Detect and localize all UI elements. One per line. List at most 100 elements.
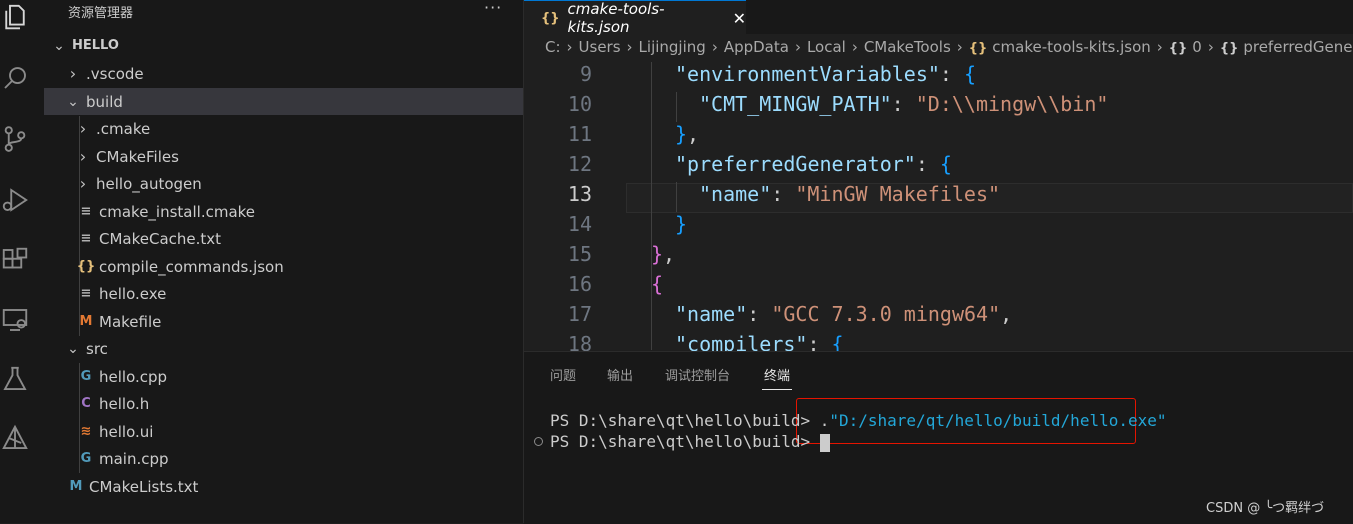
cmake-icon[interactable] xyxy=(0,421,30,455)
tree-item-label: hello_autogen xyxy=(96,174,202,193)
tree-item[interactable]: ≡ hello.exe xyxy=(44,280,523,307)
line-number: 10 xyxy=(567,92,592,116)
tree-item[interactable]: › .vscode xyxy=(44,60,523,87)
breadcrumb-separator: › xyxy=(1207,38,1214,56)
code-line[interactable]: 15}, xyxy=(524,242,1353,272)
tree-item[interactable]: M Makefile xyxy=(44,308,523,335)
tree-item-label: cmake_install.cmake xyxy=(99,202,256,221)
tree-item[interactable]: ≡ CMakeCache.txt xyxy=(44,225,523,252)
tree-item-label: CMakeCache.txt xyxy=(99,229,222,248)
terminal-line-1[interactable]: PS D:\share\qt\hello\build> ."D:/share/q… xyxy=(550,411,1167,430)
breadcrumb-item[interactable]: CMakeTools xyxy=(864,38,951,56)
file-type-icon: G xyxy=(80,369,92,384)
breadcrumb-separator: › xyxy=(626,38,633,56)
terminal-line-2[interactable]: PS D:\share\qt\hello\build> xyxy=(550,432,830,452)
activity-bar xyxy=(0,0,45,523)
tree-item[interactable]: Ghello.cpp xyxy=(44,363,523,390)
tree-item[interactable]: ⌄ HELLO xyxy=(44,32,523,59)
code-line[interactable]: 13 "name": "MinGW Makefiles" xyxy=(524,182,1353,212)
tree-item-label: src xyxy=(86,339,108,358)
tree-item[interactable]: ≡ cmake_install.cmake xyxy=(44,198,523,225)
tab-bar: {} cmake-tools-kits.json ✕ xyxy=(524,0,1353,36)
tab-problems[interactable]: 问题 xyxy=(550,365,576,384)
close-icon[interactable]: ✕ xyxy=(733,9,746,28)
command-status-icon xyxy=(534,437,543,446)
code-line[interactable]: 11}, xyxy=(524,122,1353,152)
breadcrumb-separator: › xyxy=(566,38,573,56)
breadcrumb-separator: › xyxy=(851,38,858,56)
tree-item-label: hello.h xyxy=(99,394,150,413)
tree-item-label: Makefile xyxy=(99,312,162,331)
code-line[interactable]: 9 "environmentVariables": { xyxy=(524,62,1353,92)
line-number: 9 xyxy=(579,62,592,86)
code-text: }, xyxy=(675,122,700,146)
tree-item[interactable]: {} compile_commands.json xyxy=(44,253,523,280)
code-line[interactable]: 10 "CMT_MINGW_PATH": "D:\\mingw\\bin" xyxy=(524,92,1353,122)
code-line[interactable]: 14} xyxy=(524,212,1353,242)
line-number: 12 xyxy=(567,152,592,176)
line-number: 13 xyxy=(567,182,592,206)
breadcrumb-item[interactable]: Local xyxy=(807,38,846,56)
breadcrumb-item[interactable]: Users xyxy=(579,38,621,56)
chevron-down-icon[interactable]: ⌄ xyxy=(52,38,66,54)
code-line[interactable]: 12 "preferredGenerator": { xyxy=(524,152,1353,182)
chevron-down-icon[interactable]: ⌄ xyxy=(66,341,80,357)
tree-item[interactable]: › hello_autogen xyxy=(44,170,523,197)
tree-item-label: hello.exe xyxy=(99,284,167,303)
tab-cmake-tools-kits[interactable]: {} cmake-tools-kits.json ✕ xyxy=(524,0,746,36)
tab-debug-console[interactable]: 调试控制台 xyxy=(665,365,730,384)
breadcrumb-item[interactable]: {} 0 xyxy=(1169,38,1202,56)
remote-explorer-icon[interactable] xyxy=(0,303,30,337)
tree-item-label: .vscode xyxy=(86,64,144,83)
tree-item[interactable]: M CMakeLists.txt xyxy=(44,473,523,500)
watermark: CSDN @ ╰つ羁绊づ xyxy=(1206,501,1325,516)
terminal-cursor xyxy=(819,433,830,452)
chevron-right-icon[interactable]: › xyxy=(76,147,90,166)
breadcrumb-separator: › xyxy=(1156,38,1163,56)
breadcrumb-item[interactable]: Lijingjing xyxy=(639,38,706,56)
explorer-icon[interactable] xyxy=(0,0,30,34)
tree-item[interactable]: › CMakeFiles xyxy=(44,143,523,170)
code-text: "preferredGenerator": { xyxy=(675,152,952,176)
code-text: "name": "MinGW Makefiles" xyxy=(699,182,1001,206)
file-type-icon: ≡ xyxy=(80,231,92,246)
explorer-sidebar: 资源管理器 ··· ⌄ HELLO › .vscode ⌄ build › .cmake › CM… xyxy=(44,0,524,523)
chevron-right-icon[interactable]: › xyxy=(66,64,80,83)
search-icon[interactable] xyxy=(0,61,30,95)
chevron-right-icon[interactable]: › xyxy=(76,119,90,138)
code-line[interactable]: 16 { xyxy=(524,272,1353,302)
tree-item-label: HELLO xyxy=(72,38,119,53)
tree-item[interactable]: ≋ hello.ui xyxy=(44,418,523,445)
file-type-icon: C xyxy=(81,396,91,411)
chevron-down-icon[interactable]: ⌄ xyxy=(66,94,80,110)
testing-icon[interactable] xyxy=(0,362,30,396)
json-object-icon: {} xyxy=(1168,41,1188,56)
extensions-icon[interactable] xyxy=(0,243,30,277)
breadcrumb-item[interactable]: {} cmake-tools-kits.json xyxy=(969,38,1151,56)
editor-area: {} cmake-tools-kits.json ✕ C: › Users › Liji… xyxy=(524,0,1353,356)
file-type-icon: {} xyxy=(76,259,96,274)
tree-item[interactable]: Chello.h xyxy=(44,390,523,417)
code-text: "name": "GCC 7.3.0 mingw64", xyxy=(675,302,1013,326)
run-debug-icon[interactable] xyxy=(0,183,30,217)
tab-output[interactable]: 输出 xyxy=(607,365,633,384)
code-text: }, xyxy=(651,242,676,266)
tree-item[interactable]: ⌄ build xyxy=(44,88,523,115)
terminal-prompt: PS D:\share\qt\hello\build> xyxy=(550,411,820,430)
breadcrumb-item[interactable]: C: xyxy=(545,38,561,56)
chevron-right-icon[interactable]: › xyxy=(76,174,90,193)
breadcrumb-item[interactable]: AppData xyxy=(724,38,789,56)
code-text: { xyxy=(651,272,664,296)
tree-item[interactable]: Gmain.cpp xyxy=(44,445,523,472)
more-actions-icon[interactable]: ··· xyxy=(484,0,502,17)
json-file-icon: {} xyxy=(541,10,560,26)
tree-item[interactable]: › .cmake xyxy=(44,115,523,142)
terminal-prompt: PS D:\share\qt\hello\build> xyxy=(550,432,820,451)
breadcrumb-item[interactable]: {} preferredGener xyxy=(1220,38,1353,56)
source-control-icon[interactable] xyxy=(0,122,30,156)
tree-item[interactable]: ⌄ src xyxy=(44,335,523,362)
code-line[interactable]: 17 "name": "GCC 7.3.0 mingw64", xyxy=(524,302,1353,332)
tab-terminal[interactable]: 终端 xyxy=(764,365,790,384)
file-type-icon: G xyxy=(80,451,92,466)
tab-label: cmake-tools-kits.json xyxy=(567,0,665,36)
